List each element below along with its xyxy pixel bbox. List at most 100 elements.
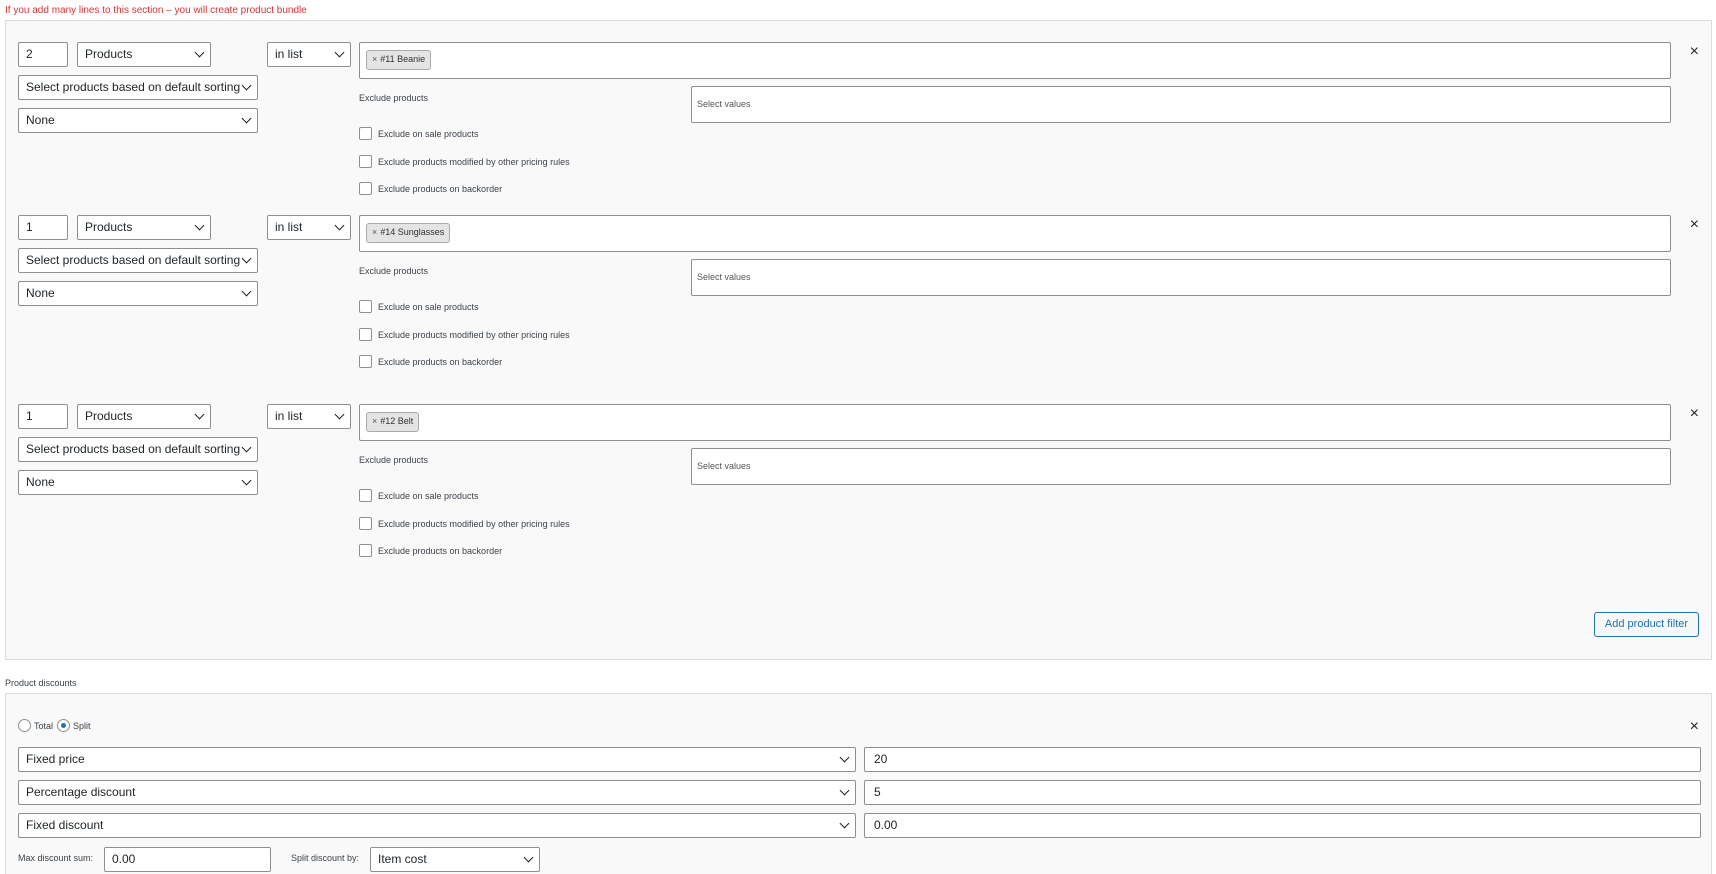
tag-label: #14 Sunglasses <box>380 227 445 237</box>
product-tag: × #11 Beanie <box>366 50 432 70</box>
bundle-warning: If you add many lines to this section – … <box>5 5 307 16</box>
product-tag: × #14 Sunglasses <box>366 223 451 243</box>
exclude-modified-checkbox[interactable] <box>359 517 372 530</box>
filter-type-select[interactable]: Products <box>77 404 211 429</box>
quantity-input[interactable]: 2 <box>18 42 68 67</box>
product-values-field[interactable]: × #14 Sunglasses <box>359 215 1671 252</box>
filter-type-select[interactable]: Products <box>77 42 211 67</box>
exclude-on-sale-checkbox[interactable] <box>359 127 372 140</box>
exclude-modified-checkbox[interactable] <box>359 328 372 341</box>
total-radio-label: Total <box>34 720 54 731</box>
exclude-products-label: Exclude products <box>359 455 429 465</box>
discount-type-select[interactable]: Fixed discount <box>18 813 856 838</box>
method-value: in list <box>275 47 303 61</box>
quantity-input[interactable]: 1 <box>18 404 68 429</box>
checkbox-label: Exclude products on backorder <box>378 545 503 556</box>
remove-filter-icon[interactable]: × <box>1690 405 1699 423</box>
sorting-value: Select products based on default sorting <box>26 442 241 456</box>
checkbox-label: Exclude on sale products <box>378 128 479 139</box>
add-product-filter-button[interactable]: Add product filter <box>1594 612 1699 637</box>
quantity-input[interactable]: 1 <box>18 215 68 240</box>
exclude-modified-checkbox[interactable] <box>359 155 372 168</box>
tag-remove-icon[interactable]: × <box>372 227 377 237</box>
exclude-backorder-checkbox[interactable] <box>359 355 372 368</box>
exclude-backorder-checkbox[interactable] <box>359 544 372 557</box>
exclude-products-field[interactable]: Select values <box>691 448 1671 485</box>
exclude-backorder-option: Exclude products on backorder <box>359 544 502 557</box>
method-select[interactable]: in list <box>267 215 351 240</box>
tag-label: #11 Beanie <box>380 54 426 64</box>
sorting-select[interactable]: Select products based on default sorting <box>18 248 258 273</box>
limit-value: None <box>26 475 55 489</box>
product-discounts-panel: Total Split × Fixed price 20 Percentage … <box>5 693 1712 874</box>
checkbox-label: Exclude on sale products <box>378 301 479 312</box>
method-select[interactable]: in list <box>267 404 351 429</box>
exclude-products-label: Exclude products <box>359 266 429 276</box>
filter-type-select[interactable]: Products <box>77 215 211 240</box>
discount-type-select[interactable]: Percentage discount <box>18 780 856 805</box>
checkbox-label: Exclude products modified by other prici… <box>378 329 570 340</box>
chevron-down-icon <box>241 286 252 297</box>
chevron-down-icon <box>241 113 252 124</box>
chevron-down-icon <box>334 220 345 231</box>
chevron-down-icon <box>334 47 345 58</box>
exclude-modified-option: Exclude products modified by other prici… <box>359 517 570 530</box>
discount-type-value: Percentage discount <box>26 785 136 799</box>
tag-remove-icon[interactable]: × <box>372 54 377 64</box>
tag-label: #12 Belt <box>380 416 414 426</box>
sorting-select[interactable]: Select products based on default sorting <box>18 75 258 100</box>
product-values-field[interactable]: × #12 Belt <box>359 404 1671 441</box>
filter-type-value: Products <box>85 409 133 423</box>
product-filters-panel: 2 Products Select products based on defa… <box>5 20 1712 660</box>
split-radio[interactable] <box>57 719 71 732</box>
chevron-down-icon <box>241 442 252 453</box>
limit-select[interactable]: None <box>18 108 258 133</box>
exclude-on-sale-option: Exclude on sale products <box>359 127 479 140</box>
exclude-on-sale-option: Exclude on sale products <box>359 300 479 313</box>
limit-value: None <box>26 113 55 127</box>
product-filter-row: 2 Products Select products based on defa… <box>6 21 1711 206</box>
chevron-down-icon <box>523 852 534 863</box>
split-radio-label: Split <box>73 720 91 731</box>
discount-value-input[interactable]: 0.00 <box>864 813 1701 838</box>
product-filter-row: 1 Products Select products based on defa… <box>6 383 1711 568</box>
product-filter-row: 1 Products Select products based on defa… <box>6 194 1711 379</box>
product-values-field[interactable]: × #11 Beanie <box>359 42 1671 79</box>
chevron-down-icon <box>839 785 850 796</box>
split-discount-value: Item cost <box>378 852 427 866</box>
chevron-down-icon <box>839 752 850 763</box>
chevron-down-icon <box>194 409 205 420</box>
max-discount-label: Max discount sum: <box>18 853 94 863</box>
discount-type-value: Fixed price <box>26 752 85 766</box>
exclude-products-field[interactable]: Select values <box>691 259 1671 296</box>
tag-remove-icon[interactable]: × <box>372 416 377 426</box>
remove-filter-icon[interactable]: × <box>1690 216 1699 234</box>
method-value: in list <box>275 220 303 234</box>
exclude-modified-option: Exclude products modified by other prici… <box>359 328 570 341</box>
chevron-down-icon <box>241 253 252 264</box>
discount-mode-radios: Total Split <box>18 719 95 732</box>
checkbox-label: Exclude products modified by other prici… <box>378 518 570 529</box>
limit-select[interactable]: None <box>18 281 258 306</box>
exclude-on-sale-checkbox[interactable] <box>359 489 372 502</box>
discount-type-select[interactable]: Fixed price <box>18 747 856 772</box>
product-discounts-label: Product discounts <box>5 678 77 688</box>
method-select[interactable]: in list <box>267 42 351 67</box>
limit-select[interactable]: None <box>18 470 258 495</box>
discount-value-input[interactable]: 5 <box>864 780 1701 805</box>
filter-type-value: Products <box>85 47 133 61</box>
sorting-select[interactable]: Select products based on default sorting <box>18 437 258 462</box>
split-discount-select[interactable]: Item cost <box>370 847 540 872</box>
chevron-down-icon <box>334 409 345 420</box>
max-discount-input[interactable]: 0.00 <box>104 847 271 872</box>
chevron-down-icon <box>194 220 205 231</box>
chevron-down-icon <box>241 475 252 486</box>
total-radio[interactable] <box>18 719 31 732</box>
product-tag: × #12 Belt <box>366 412 420 432</box>
remove-discount-icon[interactable]: × <box>1690 718 1699 736</box>
exclude-on-sale-checkbox[interactable] <box>359 300 372 313</box>
exclude-products-field[interactable]: Select values <box>691 86 1671 123</box>
checkbox-label: Exclude products on backorder <box>378 183 503 194</box>
discount-value-input[interactable]: 20 <box>864 747 1701 772</box>
remove-filter-icon[interactable]: × <box>1690 43 1699 61</box>
